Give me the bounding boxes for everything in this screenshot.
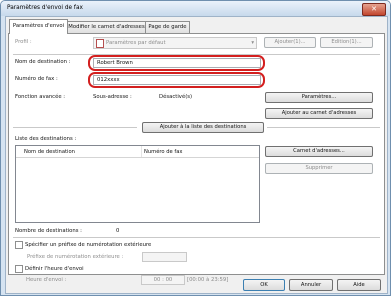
button-label: Supprimer <box>305 165 333 171</box>
button-label: Ajouter à la liste des destinations <box>159 124 247 130</box>
subaddress-label: Sous-adresse : <box>93 94 132 100</box>
add-profile-button[interactable]: Ajouter(1)... <box>264 37 316 48</box>
dialing-prefix-checkbox[interactable] <box>15 241 23 249</box>
button-label: Annuler <box>300 282 322 288</box>
destination-list-header: Nom de destination Numéro de fax <box>16 146 259 158</box>
fax-number-label: Numéro de fax : <box>15 76 58 82</box>
profile-value: Paramètres par défaut <box>106 40 166 46</box>
dialing-prefix-input[interactable] <box>142 252 187 262</box>
tab-cover-page[interactable]: Page de garde <box>145 21 190 33</box>
destination-name-label: Nom de destination : <box>15 59 71 65</box>
tab-edit-addressbook[interactable]: Modifier le carnet d'adresses <box>67 21 146 33</box>
destination-name-input[interactable]: Robert Brown <box>93 58 261 68</box>
advanced-function-label: Fonction avancée : <box>15 94 66 100</box>
column-header-name: Nom de destination <box>24 149 75 155</box>
delete-button[interactable]: Supprimer <box>265 163 373 174</box>
add-to-addressbook-button[interactable]: Ajouter au carnet d'adresses <box>265 108 373 119</box>
send-time-checkbox-label: Définir l'heure d'envoi <box>25 266 84 272</box>
button-label: Ajouter au carnet d'adresses <box>281 110 357 116</box>
addressbook-button[interactable]: Carnet d'adresses... <box>265 146 373 157</box>
dialing-prefix-checkbox-label: Spécifier un préfixe de numérotation ext… <box>25 242 152 248</box>
tab-send-settings[interactable]: Paramètres d'envoi <box>9 19 68 34</box>
profile-select[interactable]: Paramètres par défaut ▾ <box>93 37 257 49</box>
button-label: OK <box>260 282 268 288</box>
tab-label: Page de garde <box>148 24 187 30</box>
column-header-fax: Numéro de fax <box>144 149 183 155</box>
subaddress-value: Désactivé(s) <box>159 94 193 100</box>
send-time-range: [00:00 à 23:59] <box>187 277 229 283</box>
window-title: Paramètres d'envoi de fax <box>7 5 83 11</box>
divider <box>13 237 380 238</box>
tab-label: Modifier le carnet d'adresses <box>68 24 145 30</box>
column-divider <box>141 146 142 157</box>
button-label: Aide <box>353 282 365 288</box>
title-bar: Paramètres d'envoi de fax ✕ <box>1 1 390 16</box>
destination-list[interactable]: Nom de destination Numéro de fax <box>15 145 260 223</box>
profile-label: Profil : <box>15 39 32 45</box>
cancel-button[interactable]: Annuler <box>289 279 333 291</box>
send-time-checkbox[interactable] <box>15 265 23 273</box>
help-button[interactable]: Aide <box>337 279 381 291</box>
close-button[interactable]: ✕ <box>362 3 386 16</box>
destination-count-value: 0 <box>116 228 120 234</box>
fax-profile-icon <box>96 39 104 48</box>
button-label: Edition(1)... <box>331 39 362 45</box>
close-icon: ✕ <box>371 5 377 13</box>
edit-profile-button[interactable]: Edition(1)... <box>320 37 373 48</box>
tab-label: Paramètres d'envoi <box>12 23 65 29</box>
button-label: Carnet d'adresses... <box>293 148 345 154</box>
send-time-field-label: Heure d'envoi : <box>26 277 67 283</box>
fax-dialog-window: Paramètres d'envoi de fax ✕ Paramètres d… <box>0 0 391 296</box>
fax-number-input[interactable]: 012xxxx <box>93 75 261 85</box>
destination-name-value: Robert Brown <box>97 60 133 66</box>
settings-button[interactable]: Paramètres... <box>265 92 373 103</box>
send-settings-panel: Profil : Paramètres par défaut ▾ Ajouter… <box>8 33 385 275</box>
dialing-prefix-field-label: Préfixe de numérotation extérieure : <box>27 254 124 260</box>
dialog-client-area: Paramètres d'envoi Modifier le carnet d'… <box>5 16 388 294</box>
chevron-down-icon: ▾ <box>251 40 254 46</box>
button-label: Ajouter(1)... <box>274 39 306 45</box>
destination-count-label: Nombre de destinations : <box>15 228 82 234</box>
send-time-input[interactable]: 00 : 00 <box>141 275 185 285</box>
send-time-value: 00 : 00 <box>153 277 173 283</box>
fax-number-value: 012xxxx <box>97 77 120 83</box>
add-to-destination-list-button[interactable]: Ajouter à la liste des destinations <box>142 122 264 133</box>
destination-list-label: Liste des destinations : <box>15 136 77 142</box>
divider <box>267 127 380 128</box>
ok-button[interactable]: OK <box>243 279 285 291</box>
button-label: Paramètres... <box>301 94 337 100</box>
divider <box>13 127 137 128</box>
